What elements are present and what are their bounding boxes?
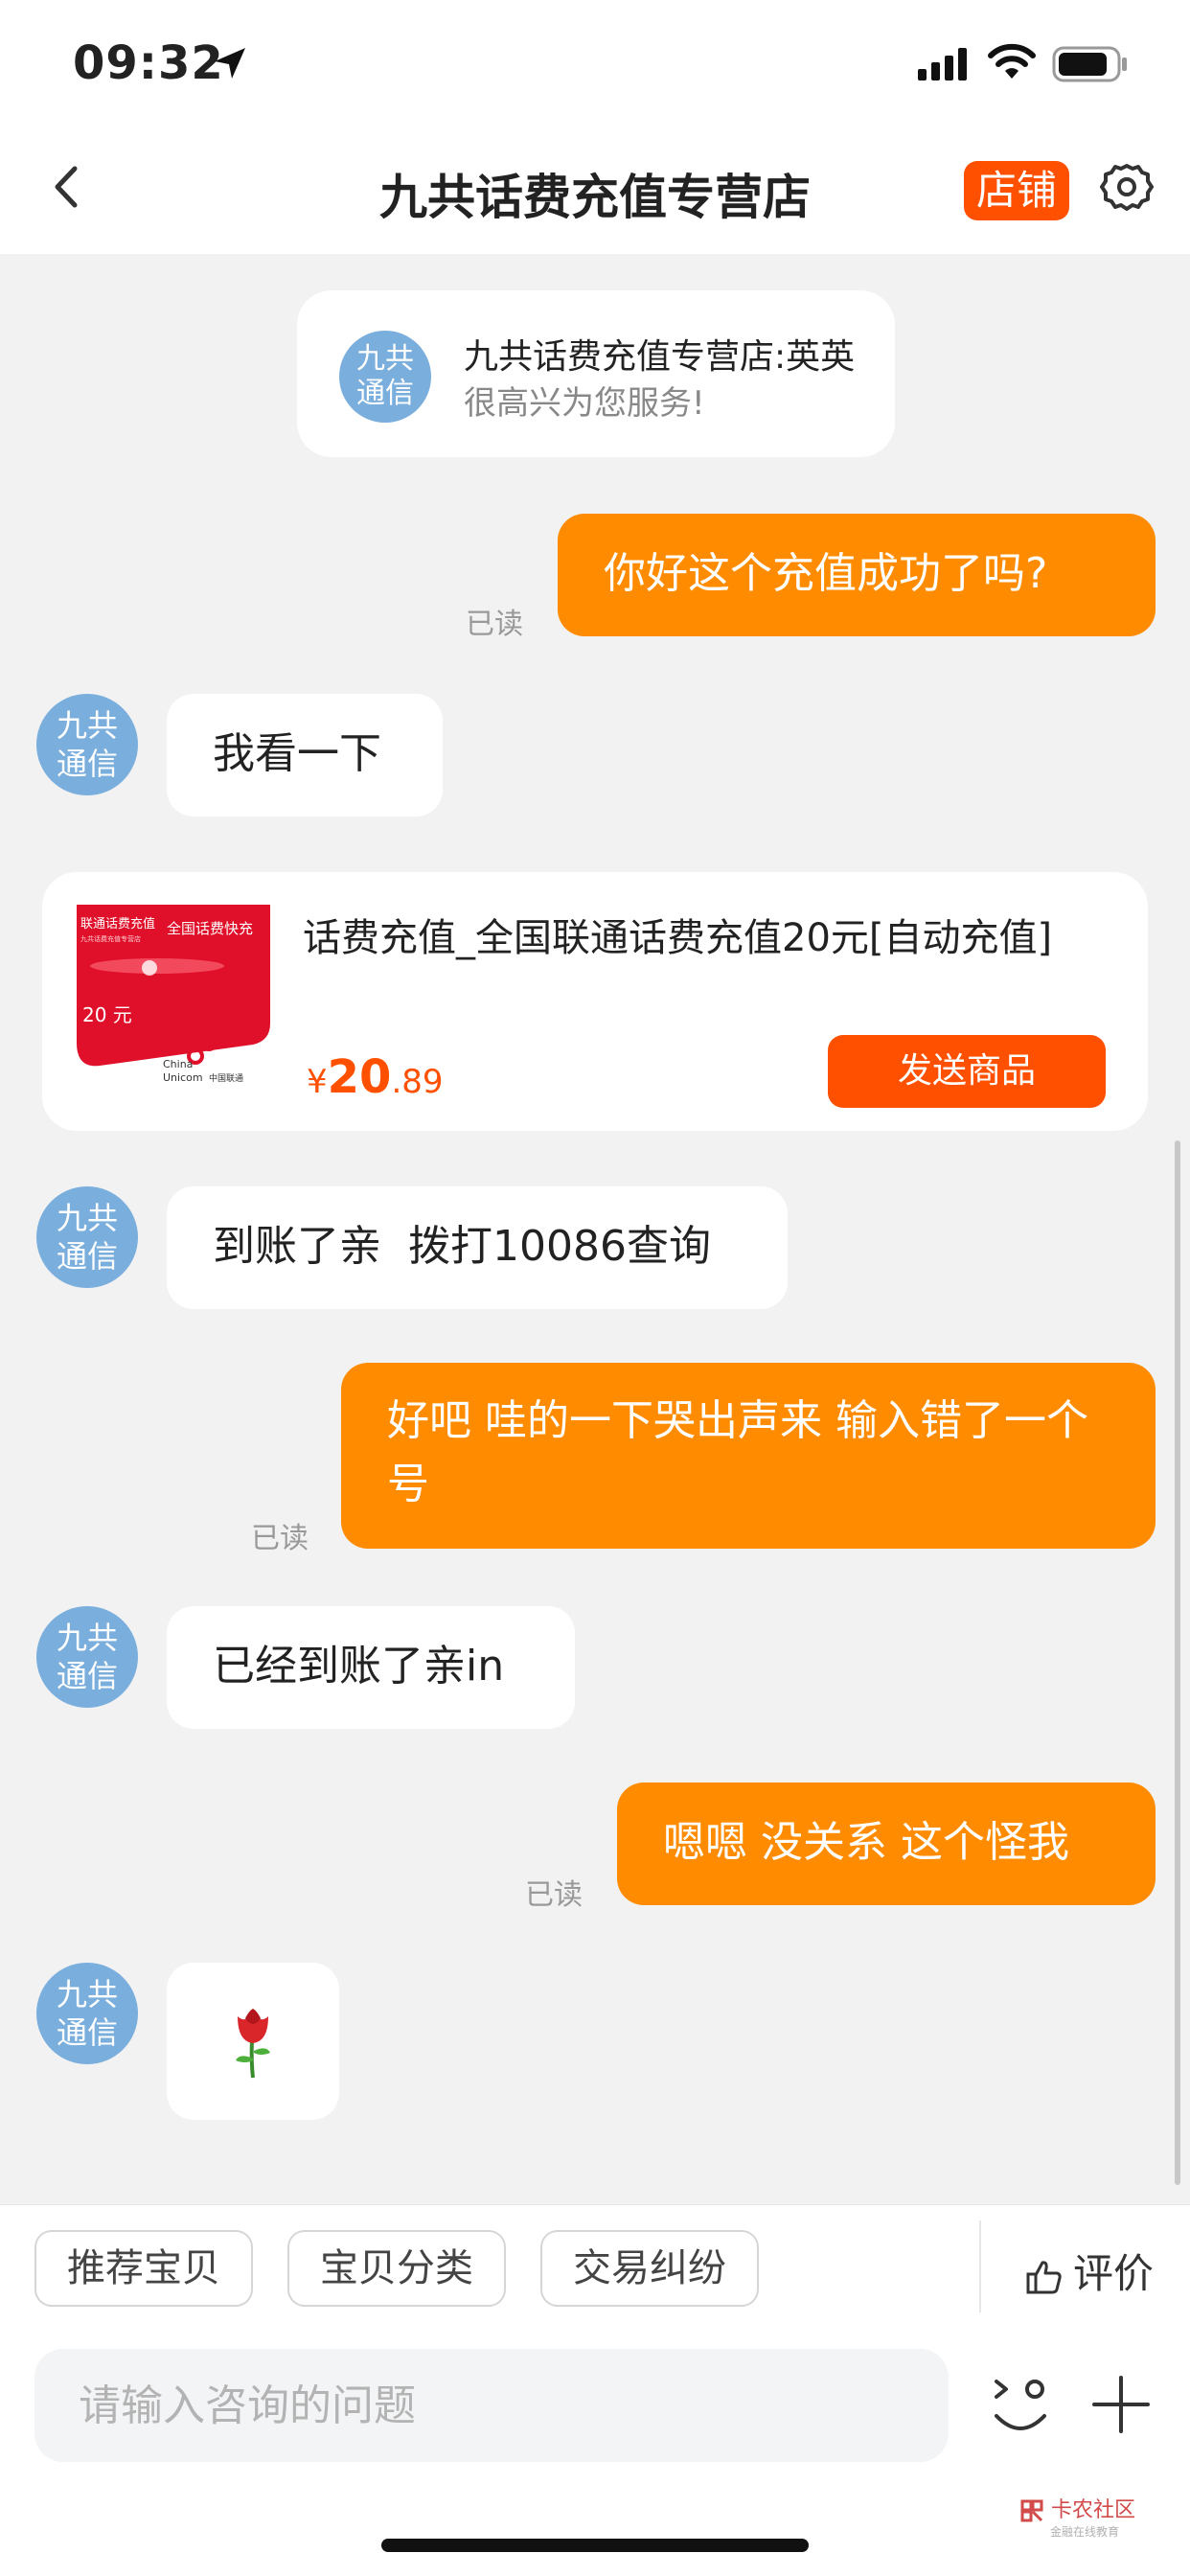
welcome-text: 很高兴为您服务! [464, 384, 705, 423]
chat-scrollbar[interactable] [1175, 1140, 1180, 2185]
card-amount-text: 20 元 [82, 1003, 132, 1026]
message-bubble-mine[interactable]: 嗯嗯 没关系 这个怪我 [617, 1782, 1156, 1905]
plus-icon[interactable] [1090, 2374, 1152, 2435]
message-bubble-mine[interactable]: 好吧 哇的一下哭出声来 输入错了一个号 [341, 1363, 1156, 1549]
status-time: 09:32 [73, 36, 224, 90]
price-decimal: .89 [391, 1063, 444, 1101]
product-price: ¥20.89 [307, 1050, 444, 1104]
price-symbol: ¥ [307, 1063, 328, 1101]
wifi-icon [988, 43, 1036, 79]
cellular-signal-icon [918, 48, 967, 80]
product-card[interactable]: 联通话费充值 九共话费充值专营店 全国话费快充 20 元 China Unico… [42, 872, 1148, 1131]
watermark: 卡农社区 金融在线教育 [1019, 2493, 1135, 2540]
message-bubble-shop[interactable]: 🌹 [167, 1963, 339, 2120]
message-bubble-shop[interactable]: 我看一下 [167, 694, 443, 816]
message-input[interactable] [34, 2349, 949, 2462]
card-brand-en-2: Unicom [163, 1071, 203, 1084]
shop-button[interactable]: 店铺 [964, 161, 1069, 220]
top-bar: 09:32 九共话费充值专营店 店铺 [0, 0, 1190, 254]
home-indicator[interactable] [381, 2539, 809, 2552]
read-receipt: 已读 [525, 1878, 583, 1912]
agent-name: 九共话费充值专营店:英英 [464, 337, 856, 377]
bottom-bar: 推荐宝贝 宝贝分类 交易纠纷 评价 卡农社区 金融在线教育 [0, 2204, 1190, 2576]
card-brand-cn: 中国联通 [209, 1072, 243, 1084]
read-receipt: 已读 [466, 608, 523, 641]
emoji-face-icon[interactable] [991, 2368, 1050, 2445]
shop-avatar[interactable]: 九共 通信 [36, 1963, 138, 2064]
battery-icon [1052, 46, 1127, 82]
page-title: 九共话费充值专营店 [379, 170, 811, 225]
shop-avatar[interactable]: 九共 通信 [339, 331, 431, 423]
rate-button[interactable]: 评价 [1025, 2242, 1154, 2300]
watermark-text: 卡农社区 [1051, 2498, 1136, 2522]
card-subtitle-text: 九共话费充值专营店 [80, 934, 141, 943]
shop-avatar[interactable]: 九共 通信 [36, 1606, 138, 1708]
back-chevron-icon[interactable] [38, 153, 96, 220]
shop-avatar[interactable]: 九共 通信 [36, 1186, 138, 1288]
price-integer: 20 [327, 1050, 392, 1104]
thumbs-up-icon [1026, 2260, 1062, 2293]
message-bubble-shop[interactable]: 到账了亲 拨打10086查询 [167, 1186, 788, 1309]
message-bubble-shop[interactable]: 已经到账了亲in [167, 1606, 575, 1729]
message-bubble-mine[interactable]: 你好这个充值成功了吗? [558, 514, 1156, 636]
shop-avatar[interactable]: 九共 通信 [36, 694, 138, 795]
trade-dispute-chip[interactable]: 交易纠纷 [540, 2230, 759, 2307]
card-tag-text: 全国话费快充 [167, 920, 253, 937]
settings-gear-icon[interactable] [1100, 161, 1154, 215]
card-title-text: 联通话费充值 [80, 916, 155, 932]
welcome-card: 九共 通信 九共话费充值专营店:英英 很高兴为您服务! [297, 290, 895, 457]
watermark-subtext: 金融在线教育 [1050, 2525, 1120, 2539]
card-brand-en-1: China [163, 1058, 193, 1070]
recommend-items-chip[interactable]: 推荐宝贝 [34, 2230, 253, 2307]
unicom-card-image: 联通话费充值 九共话费充值专营店 全国话费快充 20 元 China Unico… [71, 899, 276, 1100]
product-title[interactable]: 话费充值_全国联通话费充值20元[自动充值] [303, 907, 1052, 962]
read-receipt: 已读 [251, 1522, 309, 1555]
watermark-logo-icon [1020, 2499, 1043, 2522]
rose-icon [236, 2009, 270, 2079]
rate-label: 评价 [1073, 2250, 1155, 2297]
send-product-button[interactable]: 发送商品 [828, 1035, 1106, 1108]
divider [979, 2220, 981, 2312]
item-categories-chip[interactable]: 宝贝分类 [287, 2230, 506, 2307]
location-arrow-icon [215, 48, 245, 79]
